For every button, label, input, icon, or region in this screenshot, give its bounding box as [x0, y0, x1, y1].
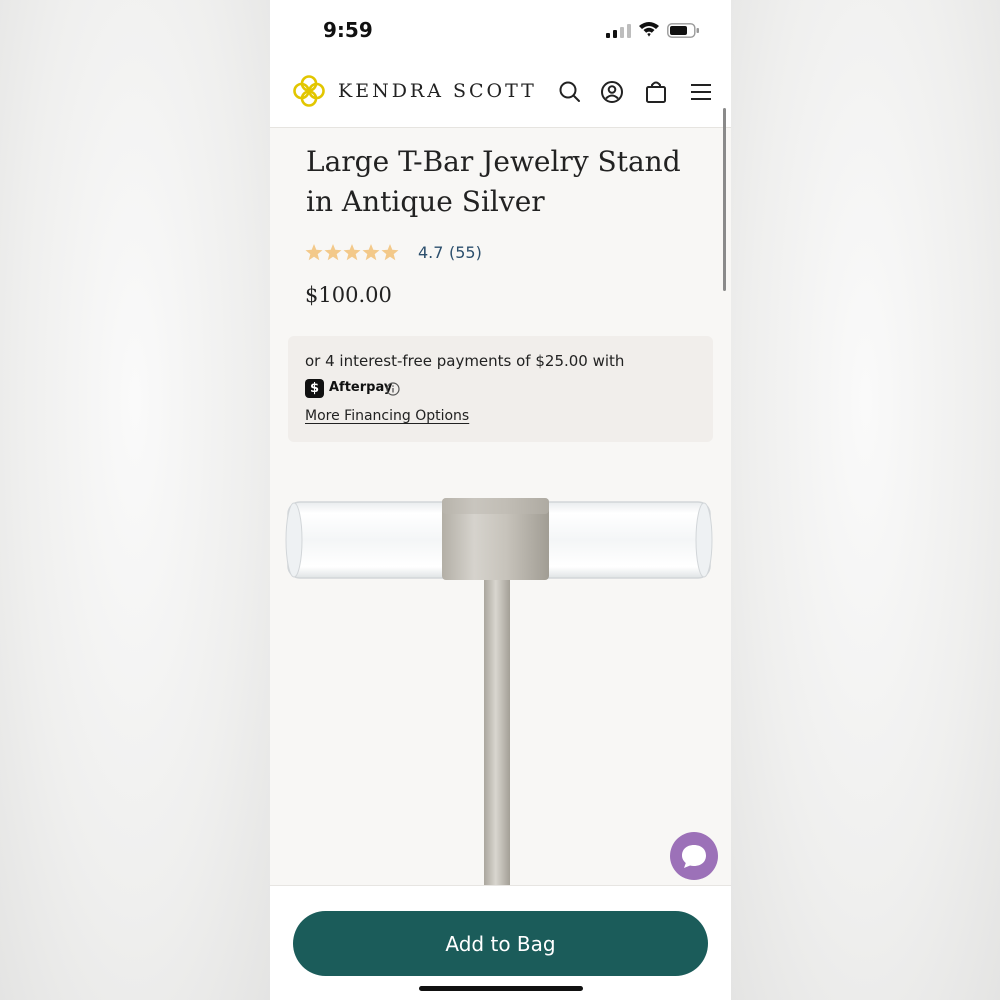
afterpay-label: Afterpay [329, 380, 393, 395]
add-to-bag-button[interactable]: Add to Bag [293, 911, 708, 976]
star-icon [305, 244, 323, 261]
search-icon[interactable] [557, 79, 583, 105]
afterpay-logo-icon: $ [305, 379, 324, 398]
star-icon [381, 244, 399, 261]
review-count[interactable]: (55) [449, 243, 482, 262]
rating-value[interactable]: 4.7 [418, 243, 443, 262]
wifi-icon [639, 22, 659, 37]
site-header: KENDRA SCOTT [270, 60, 731, 128]
page-scrollbar[interactable] [723, 108, 726, 291]
account-icon[interactable] [599, 79, 625, 105]
product-image[interactable] [270, 470, 731, 885]
status-bar: 9:59 [270, 0, 731, 60]
installments-text: or 4 interest-free payments of $25.00 wi… [305, 352, 625, 370]
product-title: Large T-Bar Jewelry Stand in Antique Sil… [306, 145, 681, 218]
bottom-action-bar: Add to Bag [270, 885, 731, 1000]
star-icon [343, 244, 361, 261]
star-icon [324, 244, 342, 261]
bag-icon[interactable] [643, 79, 669, 105]
product-price: $100.00 [305, 283, 392, 307]
home-indicator[interactable] [419, 986, 583, 991]
chat-bubble-icon [682, 845, 706, 868]
more-financing-link[interactable]: More Financing Options [305, 408, 469, 424]
kendra-scott-logo-icon[interactable] [289, 71, 329, 111]
battery-icon [667, 23, 699, 38]
cellular-signal-icon [606, 24, 631, 38]
background-right [731, 0, 1000, 1000]
financing-box: or 4 interest-free payments of $25.00 wi… [288, 336, 713, 442]
brand-wordmark[interactable]: KENDRA SCOTT [338, 80, 537, 102]
background-left [0, 0, 270, 1000]
chat-button[interactable] [670, 832, 718, 880]
phone-screen: 9:59 KENDRA SCOTT Large T-Bar Jewelry St… [270, 0, 731, 1000]
status-time: 9:59 [323, 18, 373, 42]
star-rating[interactable] [305, 243, 400, 263]
menu-icon[interactable] [688, 79, 714, 105]
star-icon [362, 244, 380, 261]
info-icon[interactable] [386, 382, 400, 396]
